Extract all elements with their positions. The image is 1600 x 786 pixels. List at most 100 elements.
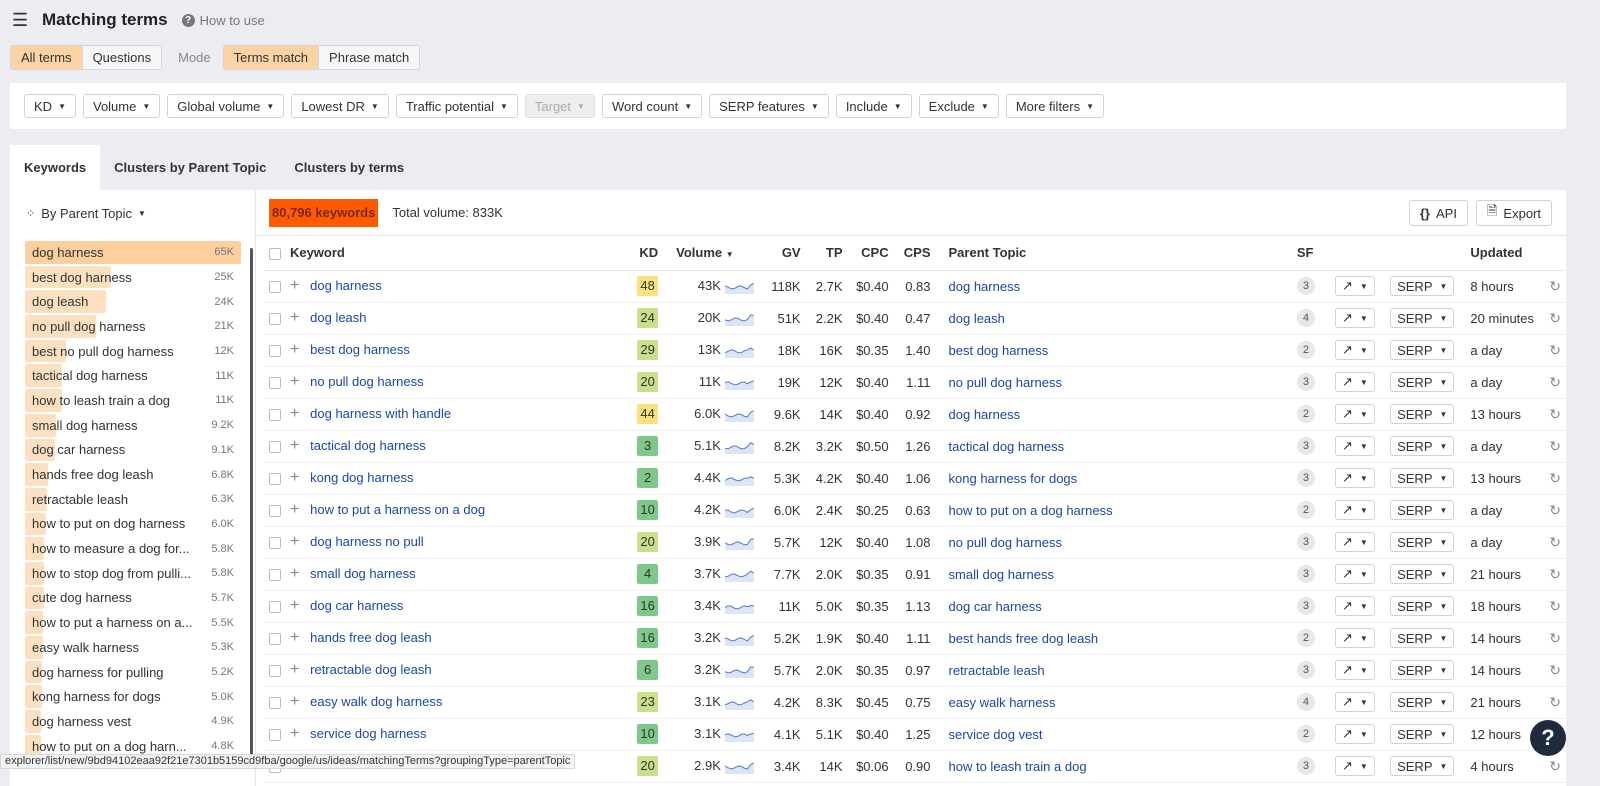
filter-3-button[interactable]: Lowest DR ▼ (291, 94, 389, 118)
sidebar-item[interactable]: best no pull dog harness 12K (25, 339, 241, 364)
filter-7-button[interactable]: SERP features ▼ (709, 94, 829, 118)
api-button[interactable]: {} API (1408, 200, 1468, 226)
help-button[interactable]: ? (1530, 720, 1566, 756)
serp-features-count[interactable]: 2 (1296, 629, 1315, 647)
refresh-icon[interactable]: ↻ (1549, 598, 1561, 614)
add-to-list-icon[interactable]: + (290, 533, 299, 550)
sidebar-item[interactable]: kong harness for dogs 5.0K (25, 684, 241, 709)
col-gv[interactable]: GV (758, 236, 805, 271)
serp-features-count[interactable]: 4 (1296, 309, 1315, 327)
parent-topic-link[interactable]: kong harness for dogs (949, 471, 1078, 486)
keyword-link[interactable]: tactical dog harness (310, 438, 426, 453)
parent-topic-link[interactable]: small dog harness (949, 567, 1055, 582)
serp-features-count[interactable]: 3 (1296, 565, 1315, 583)
refresh-icon[interactable]: ↻ (1549, 342, 1561, 358)
tab-2[interactable]: Clusters by terms (280, 145, 418, 190)
col-volume[interactable]: Volume ▼ (662, 236, 759, 271)
row-checkbox[interactable] (269, 377, 281, 390)
serp-features-count[interactable]: 2 (1296, 405, 1315, 423)
trend-dropdown[interactable]: ↗ ▼ (1334, 564, 1375, 584)
serp-dropdown[interactable]: SERP ▼ (1390, 756, 1455, 776)
refresh-icon[interactable]: ↻ (1549, 374, 1561, 390)
serp-dropdown[interactable]: SERP ▼ (1390, 372, 1455, 392)
serp-dropdown[interactable]: SERP ▼ (1390, 404, 1455, 424)
refresh-icon[interactable]: ↻ (1549, 566, 1561, 582)
row-checkbox[interactable] (269, 697, 281, 710)
group-by-dropdown[interactable]: ⁘ By Parent Topic ▼ (10, 190, 255, 236)
trend-dropdown[interactable]: ↗ ▼ (1334, 340, 1375, 360)
serp-dropdown[interactable]: SERP ▼ (1390, 628, 1455, 648)
trend-dropdown[interactable]: ↗ ▼ (1334, 308, 1375, 328)
trend-dropdown[interactable]: ↗ ▼ (1334, 596, 1375, 616)
row-checkbox[interactable] (269, 537, 281, 550)
row-checkbox[interactable] (269, 473, 281, 486)
refresh-icon[interactable]: ↻ (1549, 502, 1561, 518)
keyword-link[interactable]: easy walk dog harness (310, 694, 442, 709)
refresh-icon[interactable]: ↻ (1549, 438, 1561, 454)
row-checkbox[interactable] (269, 633, 281, 646)
parent-topic-link[interactable]: no pull dog harness (949, 535, 1062, 550)
row-checkbox[interactable] (269, 601, 281, 614)
filter-9-button[interactable]: Exclude ▼ (918, 94, 999, 118)
trend-dropdown[interactable]: ↗ ▼ (1334, 628, 1375, 648)
sidebar-item[interactable]: dog harness for pulling 5.2K (25, 660, 241, 685)
sidebar-item[interactable]: small dog harness 9.2K (25, 413, 241, 438)
keyword-link[interactable]: no pull dog harness (310, 374, 423, 389)
select-all-checkbox[interactable] (269, 247, 281, 260)
sidebar-item[interactable]: dog harness 65K (25, 240, 241, 265)
keyword-link[interactable]: retractable dog leash (310, 662, 431, 677)
filter-1-button[interactable]: Volume ▼ (82, 94, 161, 118)
serp-features-count[interactable]: 2 (1296, 341, 1315, 359)
parent-topic-link[interactable]: best hands free dog leash (949, 631, 1099, 646)
sidebar-item[interactable]: dog leash 24K (25, 289, 241, 314)
trend-dropdown[interactable]: ↗ ▼ (1334, 276, 1375, 296)
filter-4-button[interactable]: Traffic potential ▼ (395, 94, 518, 118)
keyword-link[interactable]: dog leash (310, 310, 366, 325)
row-checkbox[interactable] (269, 505, 281, 518)
parent-topic-link[interactable]: dog harness (949, 279, 1021, 294)
row-checkbox[interactable] (269, 409, 281, 422)
refresh-icon[interactable]: ↻ (1549, 630, 1561, 646)
serp-dropdown[interactable]: SERP ▼ (1390, 276, 1455, 296)
trend-dropdown[interactable]: ↗ ▼ (1334, 500, 1375, 520)
serp-features-count[interactable]: 3 (1296, 437, 1315, 455)
serp-dropdown[interactable]: SERP ▼ (1390, 660, 1455, 680)
row-checkbox[interactable] (269, 281, 281, 294)
refresh-icon[interactable]: ↻ (1549, 662, 1561, 678)
serp-features-count[interactable]: 4 (1296, 693, 1315, 711)
sidebar-item[interactable]: dog harness vest 4.9K (25, 709, 241, 734)
row-checkbox[interactable] (269, 441, 281, 454)
refresh-icon[interactable]: ↻ (1549, 310, 1561, 326)
col-cpc[interactable]: CPC (846, 236, 893, 271)
add-to-list-icon[interactable]: + (290, 725, 299, 742)
keyword-link[interactable]: dog harness no pull (310, 534, 423, 549)
sidebar-scrollbar[interactable] (250, 248, 253, 768)
parent-topic-link[interactable]: service dog vest (949, 727, 1043, 742)
parent-topic-link[interactable]: how to put on a dog harness (949, 503, 1113, 518)
terms-type-option-0[interactable]: All terms (11, 46, 83, 69)
add-to-list-icon[interactable]: + (290, 661, 299, 678)
parent-topic-link[interactable]: dog harness (949, 407, 1021, 422)
serp-dropdown[interactable]: SERP ▼ (1390, 468, 1455, 488)
serp-features-count[interactable]: 3 (1296, 469, 1315, 487)
parent-topic-link[interactable]: no pull dog harness (949, 375, 1062, 390)
serp-features-count[interactable]: 3 (1296, 533, 1315, 551)
parent-topic-link[interactable]: best dog harness (949, 343, 1049, 358)
trend-dropdown[interactable]: ↗ ▼ (1334, 532, 1375, 552)
serp-features-count[interactable]: 3 (1296, 757, 1315, 775)
export-button[interactable]: 🗎 Export (1475, 200, 1552, 226)
filter-2-button[interactable]: Global volume ▼ (167, 94, 285, 118)
parent-topic-link[interactable]: retractable leash (949, 663, 1045, 678)
add-to-list-icon[interactable]: + (290, 373, 299, 390)
sidebar-item[interactable]: how to measure a dog for... 5.8K (25, 536, 241, 561)
row-checkbox[interactable] (269, 313, 281, 326)
serp-features-count[interactable]: 3 (1296, 373, 1315, 391)
add-to-list-icon[interactable]: + (290, 309, 299, 326)
sidebar-item[interactable]: hands free dog leash 6.8K (25, 462, 241, 487)
sidebar-item[interactable]: cute dog harness 5.7K (25, 586, 241, 611)
refresh-icon[interactable]: ↻ (1549, 534, 1561, 550)
refresh-icon[interactable]: ↻ (1549, 406, 1561, 422)
refresh-icon[interactable]: ↻ (1549, 470, 1561, 486)
col-sf[interactable]: SF (1292, 236, 1325, 271)
serp-dropdown[interactable]: SERP ▼ (1390, 340, 1455, 360)
